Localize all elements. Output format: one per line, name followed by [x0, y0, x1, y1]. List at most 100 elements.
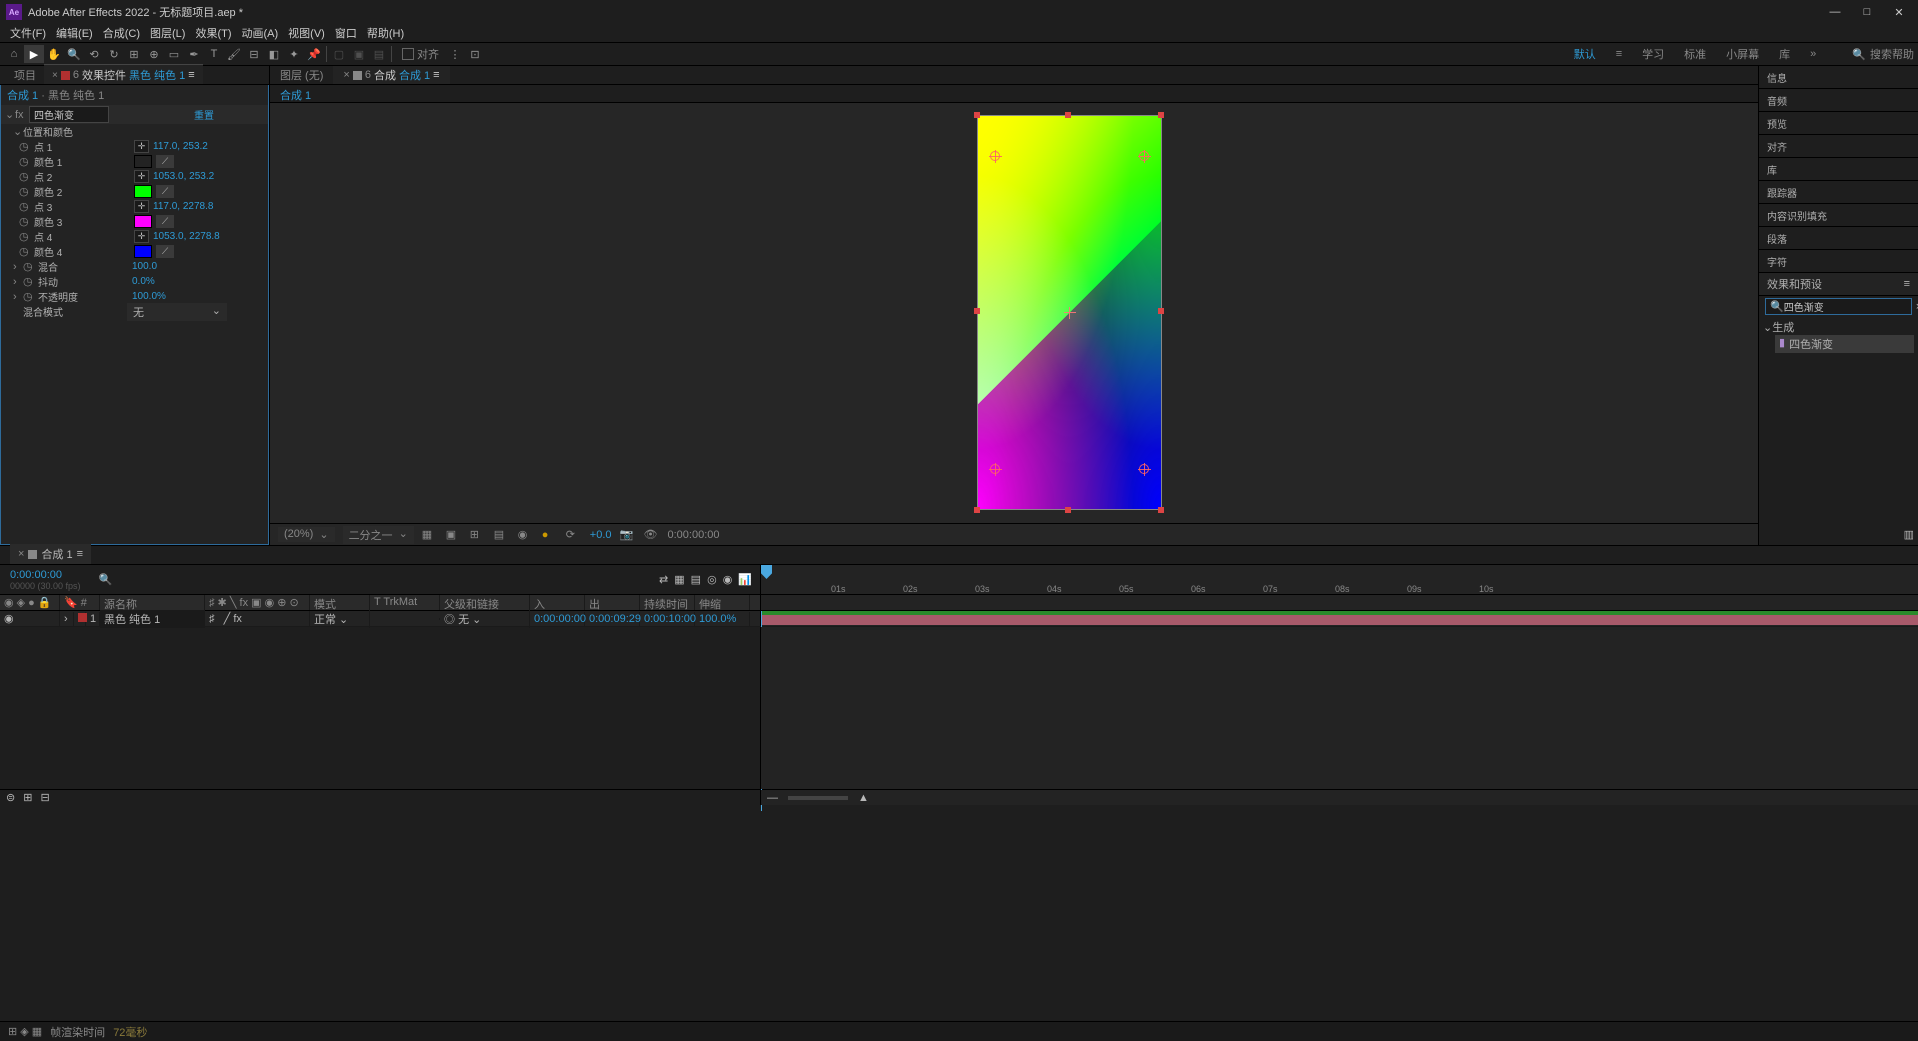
zoom-slider[interactable] — [788, 796, 848, 800]
transparency-grid-icon[interactable]: ▦ — [422, 528, 438, 541]
close-button[interactable]: ✕ — [1892, 6, 1906, 19]
color-swatch[interactable] — [134, 155, 152, 168]
stopwatch-icon[interactable]: ◷ — [23, 290, 35, 303]
color-swatch[interactable] — [134, 245, 152, 258]
effect-point-4[interactable] — [1139, 464, 1149, 474]
tab-composition-viewer[interactable]: × 6 合成 合成 1 ≡ — [333, 66, 449, 84]
lock-icon[interactable]: 6 — [365, 69, 371, 81]
panel-menu-icon[interactable]: ≡ — [1904, 278, 1910, 290]
new-bin-icon[interactable]: ▥ — [1759, 524, 1918, 545]
resolution-dropdown[interactable]: 二分之一⌄ — [343, 526, 414, 544]
eyedropper-icon[interactable]: ⟋ — [156, 215, 174, 228]
menu-effect[interactable]: 效果(T) — [191, 25, 235, 41]
menu-animation[interactable]: 动画(A) — [238, 25, 283, 41]
crosshair-icon[interactable]: ✛ — [134, 170, 149, 183]
panel-preview[interactable]: 预览 — [1759, 112, 1918, 135]
panel-menu-icon[interactable]: ≡ — [433, 69, 439, 81]
twirl-icon[interactable]: ⌄ — [13, 125, 23, 138]
tab-project[interactable]: 项目 — [6, 65, 44, 84]
composition-viewer[interactable] — [270, 103, 1758, 523]
lock-icon[interactable]: 6 — [73, 69, 79, 81]
color-swatch[interactable] — [134, 215, 152, 228]
search-help[interactable]: 🔍 搜索帮助 — [1852, 46, 1914, 62]
resize-handle[interactable] — [1158, 308, 1164, 314]
stopwatch-icon[interactable]: ◷ — [23, 275, 35, 288]
current-timecode[interactable]: 0:00:00:00 00000 (30.00 fps) — [0, 567, 91, 593]
shy-icon[interactable]: ▤ — [691, 573, 701, 586]
stopwatch-icon[interactable]: ◷ — [19, 170, 31, 183]
time-ruler[interactable]: 01s 02s 03s 04s 05s 06s 07s 08s 09s 10s — [760, 565, 1918, 594]
mask-mode2-icon[interactable]: ▣ — [349, 45, 369, 63]
menu-composition[interactable]: 合成(C) — [99, 25, 144, 41]
effect-item[interactable]: ▮ 四色渐变 — [1775, 335, 1914, 353]
guides-icon[interactable]: ▤ — [494, 528, 510, 541]
close-icon[interactable]: × — [18, 548, 24, 560]
maximize-button[interactable]: □ — [1860, 6, 1874, 19]
crosshair-icon[interactable]: ✛ — [134, 230, 149, 243]
puppet-tool-icon[interactable]: 📌 — [304, 45, 324, 63]
layer-dur[interactable]: 0:00:10:00 — [640, 612, 695, 626]
resize-handle[interactable] — [974, 112, 980, 118]
layer-mode[interactable]: 正常 ⌄ — [310, 610, 370, 628]
graph-editor-icon[interactable]: 📊 — [738, 573, 752, 586]
stopwatch-icon[interactable]: ◷ — [19, 200, 31, 213]
stopwatch-icon[interactable]: ◷ — [23, 260, 35, 273]
layer-stretch[interactable]: 100.0% — [695, 612, 750, 626]
effects-search-input[interactable] — [1784, 301, 1916, 312]
camera-tool-icon[interactable]: ⊞ — [124, 45, 144, 63]
menu-window[interactable]: 窗口 — [331, 25, 361, 41]
workspace-more-icon[interactable]: » — [1810, 48, 1816, 60]
close-icon[interactable]: × — [343, 69, 349, 81]
comp-mini-flowchart-icon[interactable]: ⇄ — [659, 573, 668, 586]
panel-content-aware[interactable]: 内容识别填充 — [1759, 204, 1918, 227]
stopwatch-icon[interactable]: ◷ — [19, 230, 31, 243]
color-swatch[interactable] — [134, 185, 152, 198]
motion-blur-icon[interactable]: ◉ — [723, 573, 733, 586]
comp-flowchart-link[interactable]: 合成 1 — [270, 85, 1758, 103]
layer-out[interactable]: 0:00:09:29 — [585, 612, 640, 626]
panel-menu-icon[interactable]: ≡ — [77, 548, 83, 560]
current-time[interactable]: 0:00:00:00 — [668, 529, 720, 541]
clone-tool-icon[interactable]: ⊟ — [244, 45, 264, 63]
effect-point-3[interactable] — [990, 464, 1000, 474]
text-tool-icon[interactable]: T — [204, 45, 224, 63]
zoom-in-icon[interactable]: ▲ — [858, 792, 869, 804]
playhead[interactable] — [761, 565, 773, 594]
layer-row[interactable]: ◉ › 1 黑色 纯色 1 ♯ ╱ fx 正常 ⌄ ◎ 无 ⌄ 0:00:00:… — [0, 611, 1918, 627]
effect-point-2[interactable] — [1139, 151, 1149, 161]
panel-audio[interactable]: 音频 — [1759, 89, 1918, 112]
eyedropper-icon[interactable]: ⟋ — [156, 155, 174, 168]
eraser-tool-icon[interactable]: ◧ — [264, 45, 284, 63]
selection-tool-icon[interactable]: ▶ — [24, 45, 44, 63]
zoom-dropdown[interactable]: (20%)⌄ — [278, 527, 335, 542]
layer-parent[interactable]: ◎ 无 ⌄ — [440, 610, 530, 628]
workspace-standard[interactable]: 标准 — [1684, 46, 1706, 62]
brush-tool-icon[interactable]: 🖌 — [224, 45, 244, 63]
zoom-tool-icon[interactable]: 🔍 — [64, 45, 84, 63]
channel-icon[interactable]: ◉ — [518, 528, 534, 541]
orbit-tool-icon[interactable]: ⟲ — [84, 45, 104, 63]
panel-info[interactable]: 信息 — [1759, 66, 1918, 89]
mask-mode3-icon[interactable]: ▤ — [369, 45, 389, 63]
mask-mode-icon[interactable]: ▢ — [329, 45, 349, 63]
toggle-in-out-icon[interactable]: ⊟ — [40, 791, 49, 804]
panel-paragraph[interactable]: 段落 — [1759, 227, 1918, 250]
workspace-menu-icon[interactable]: ≡ — [1616, 48, 1622, 60]
menu-help[interactable]: 帮助(H) — [363, 25, 408, 41]
blendmode-dropdown[interactable]: 无⌄ — [127, 303, 227, 321]
crosshair-icon[interactable]: ✛ — [134, 200, 149, 213]
tab-layer-viewer[interactable]: 图层 (无) — [270, 66, 333, 84]
stopwatch-icon[interactable]: ◷ — [19, 215, 31, 228]
resize-handle[interactable] — [1065, 112, 1071, 118]
snap-toggle[interactable]: 对齐 — [402, 46, 439, 62]
anchor-point-icon[interactable] — [1064, 307, 1076, 319]
twirl-icon[interactable]: › — [13, 291, 23, 303]
resize-handle[interactable] — [1158, 112, 1164, 118]
effect-header[interactable]: ⌄ fx 四色渐变 重置 — [1, 105, 268, 124]
zoom-out-icon[interactable]: — — [767, 792, 778, 804]
hand-tool-icon[interactable]: ✋ — [44, 45, 64, 63]
panel-library[interactable]: 库 — [1759, 158, 1918, 181]
eyedropper-icon[interactable]: ⟋ — [156, 245, 174, 258]
reset-link[interactable]: 重置 — [194, 107, 214, 122]
twirl-icon[interactable]: › — [60, 612, 74, 626]
